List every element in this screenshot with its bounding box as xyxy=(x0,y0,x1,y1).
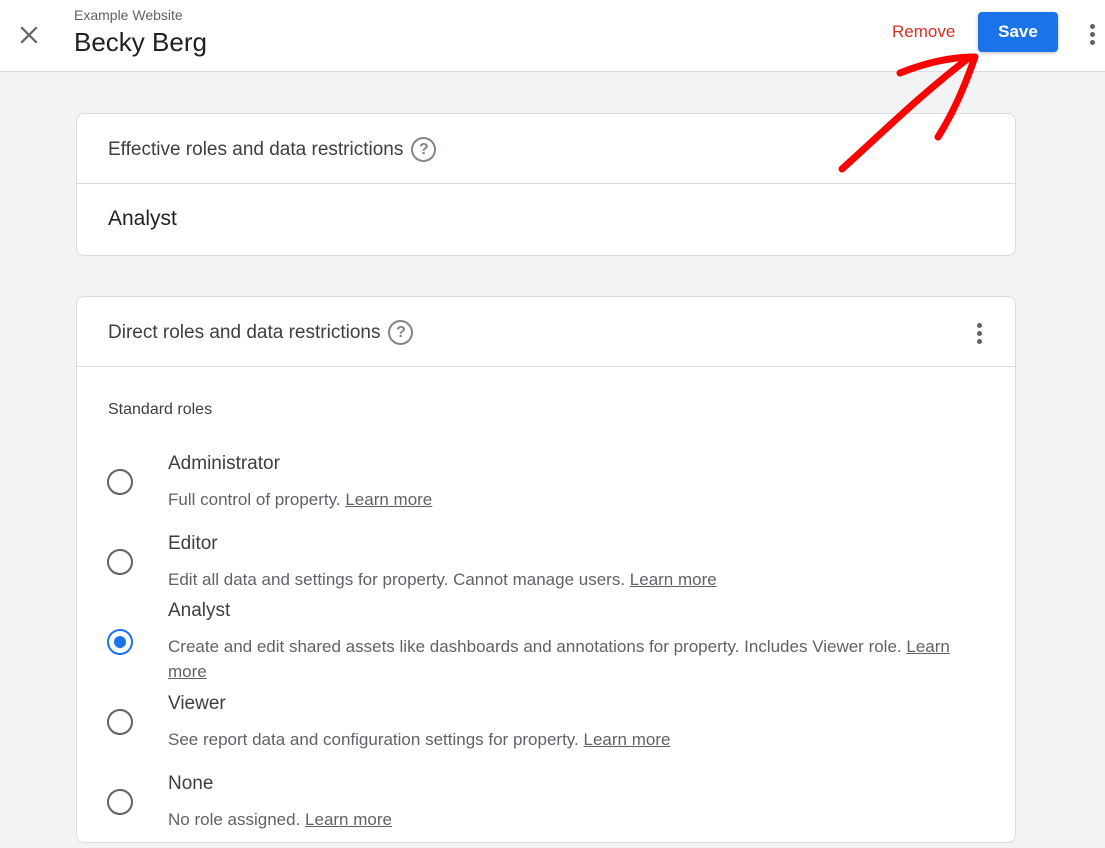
radio-editor[interactable] xyxy=(107,549,133,575)
effective-role-value: Analyst xyxy=(108,207,177,230)
remove-button[interactable]: Remove xyxy=(880,16,967,48)
card-header: Direct roles and data restrictions ? xyxy=(77,297,1015,367)
role-name: None xyxy=(168,773,214,794)
more-vert-icon xyxy=(1089,23,1095,29)
direct-roles-card: Direct roles and data restrictions ? Sta… xyxy=(76,296,1016,843)
more-options-button[interactable] xyxy=(1080,20,1104,48)
role-description: Edit all data and settings for property.… xyxy=(168,570,717,589)
learn-more-link[interactable]: Learn more xyxy=(345,490,432,509)
close-button[interactable] xyxy=(14,20,44,50)
radio-viewer[interactable] xyxy=(107,709,133,735)
property-name: Example Website xyxy=(74,7,183,23)
learn-more-link[interactable]: Learn more xyxy=(630,570,717,589)
role-description: See report data and configuration settin… xyxy=(168,730,671,749)
effective-roles-card: Effective roles and data restrictions ? … xyxy=(76,113,1016,256)
more-vert-icon xyxy=(976,322,982,328)
role-description: Create and edit shared assets like dashb… xyxy=(168,637,950,681)
learn-more-link[interactable]: Learn more xyxy=(305,810,392,829)
radio-none[interactable] xyxy=(107,789,133,815)
card-title: Effective roles and data restrictions xyxy=(108,138,404,160)
top-bar: Example Website Becky Berg Remove Save xyxy=(0,0,1105,72)
radio-administrator[interactable] xyxy=(107,469,133,495)
role-name: Viewer xyxy=(168,693,226,714)
role-name: Administrator xyxy=(168,453,280,474)
save-button[interactable]: Save xyxy=(978,12,1058,52)
card-header: Effective roles and data restrictions ? xyxy=(77,114,1015,184)
radio-analyst[interactable] xyxy=(107,629,133,655)
card-title: Direct roles and data restrictions xyxy=(108,321,381,343)
learn-more-link[interactable]: Learn more xyxy=(584,730,671,749)
close-icon xyxy=(20,26,38,44)
help-icon[interactable]: ? xyxy=(388,320,414,345)
section-label: Standard roles xyxy=(108,401,213,418)
role-name: Editor xyxy=(168,533,218,554)
page-title: Becky Berg xyxy=(74,27,207,57)
role-description: No role assigned. Learn more xyxy=(168,810,392,829)
role-name: Analyst xyxy=(168,600,231,621)
card-more-options-button[interactable] xyxy=(971,321,987,345)
role-description: Full control of property. Learn more xyxy=(168,490,433,509)
help-icon[interactable]: ? xyxy=(411,137,437,162)
